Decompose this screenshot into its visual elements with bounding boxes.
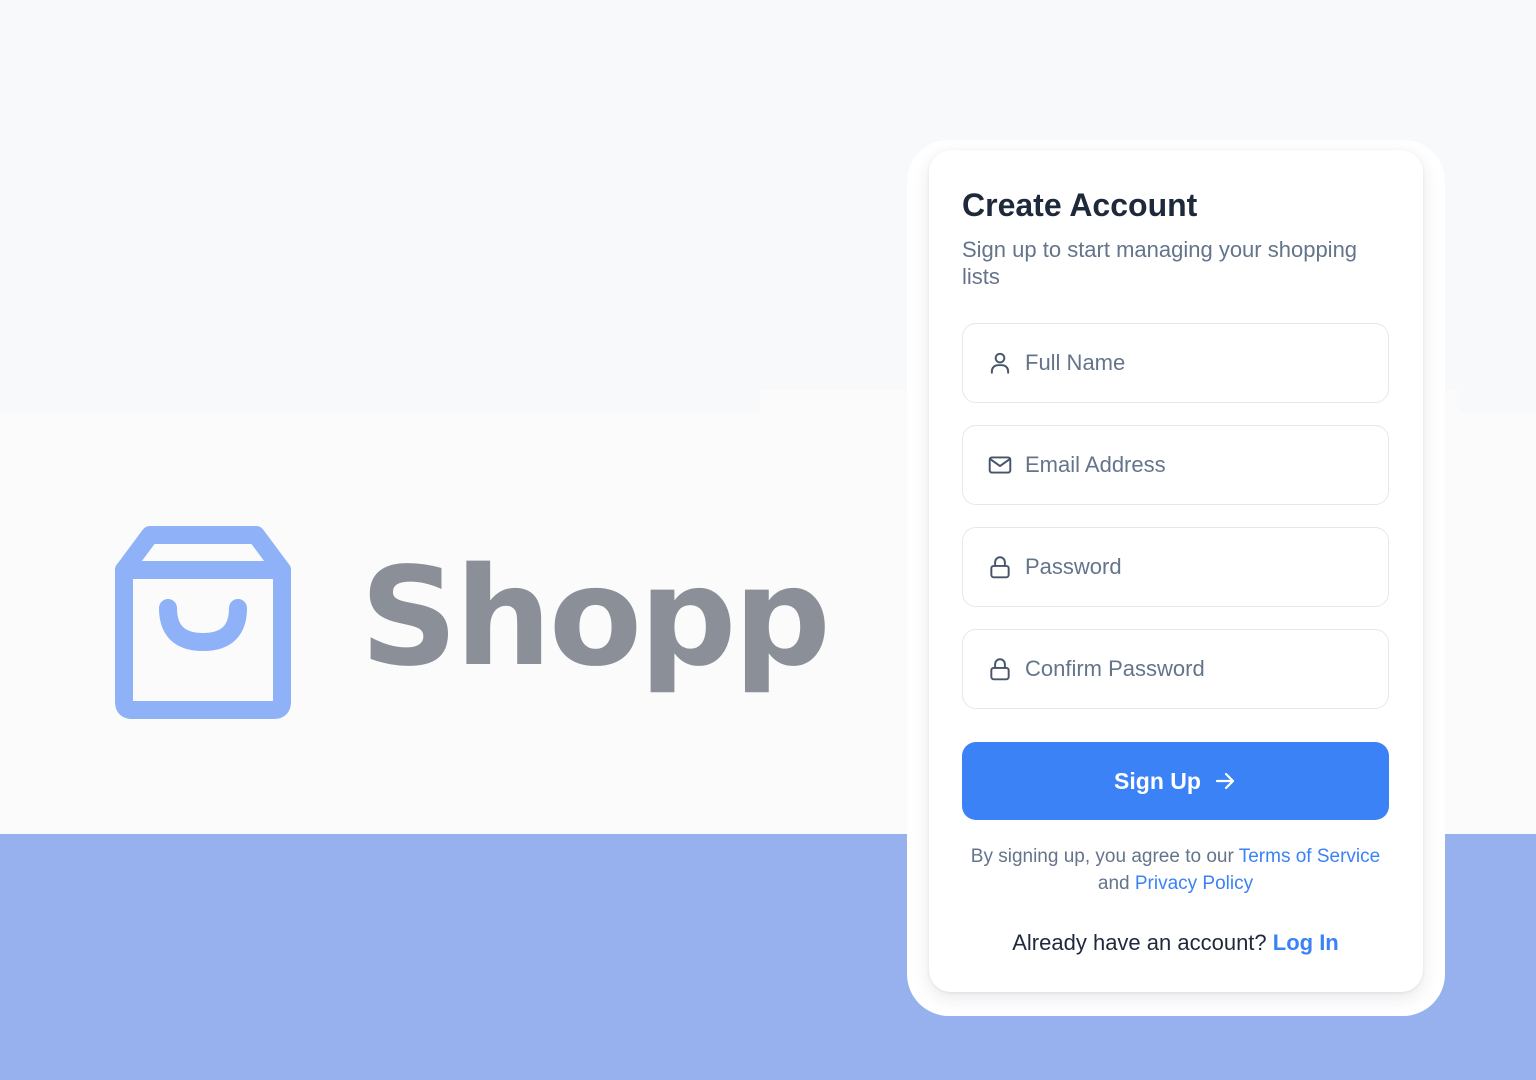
login-prompt-text: Already have an account?: [1012, 930, 1273, 955]
brand: Shopp: [112, 522, 831, 722]
page-title: Create Account: [962, 187, 1198, 223]
log-in-link[interactable]: Log In: [1273, 930, 1339, 955]
email-input[interactable]: [1025, 452, 1385, 478]
lock-icon: [990, 556, 1010, 579]
arrow-right-icon: [1215, 772, 1235, 790]
confirm-password-field[interactable]: [962, 629, 1389, 709]
privacy-policy-link[interactable]: Privacy Policy: [1135, 873, 1253, 894]
lock-icon: [990, 658, 1010, 681]
terms-of-service-link[interactable]: Terms of Service: [1239, 846, 1380, 867]
email-field[interactable]: [962, 425, 1389, 505]
login-prompt: Already have an account? Log In: [962, 930, 1389, 956]
user-icon: [990, 352, 1010, 374]
terms-notice: By signing up, you agree to our Terms of…: [962, 843, 1389, 897]
sign-up-button[interactable]: Sign Up: [962, 742, 1389, 820]
mail-icon: [988, 456, 1012, 474]
brand-name: Shopp: [360, 539, 831, 697]
signup-card: Create Account Sign up to start managing…: [929, 150, 1423, 992]
shopping-bag-icon: [115, 526, 291, 719]
page-subtitle: Sign up to start managing your shopping …: [962, 237, 1358, 289]
sign-up-label: Sign Up: [1114, 767, 1201, 794]
full-name-field[interactable]: [962, 323, 1389, 403]
terms-middle: and: [1097, 873, 1135, 894]
terms-prefix: By signing up, you agree to our: [970, 846, 1239, 867]
password-field[interactable]: [962, 527, 1389, 607]
confirm-password-input[interactable]: [1025, 656, 1385, 682]
password-input[interactable]: [1025, 554, 1385, 580]
full-name-input[interactable]: [1025, 350, 1385, 376]
